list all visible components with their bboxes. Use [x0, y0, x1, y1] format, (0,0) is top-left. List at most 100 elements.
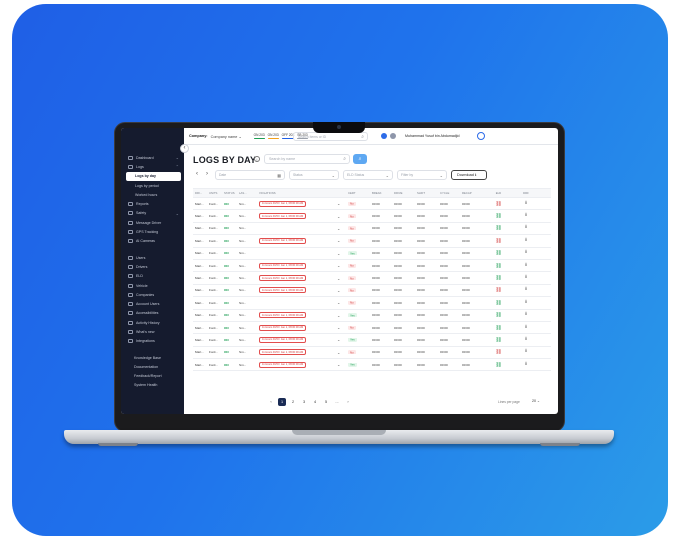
expand-button[interactable]: ⌄ — [337, 325, 348, 330]
page-button[interactable]: 3 — [300, 398, 308, 406]
sidebar-item-ai-cameras[interactable]: AI Cameras — [126, 237, 181, 246]
download-icon[interactable]: ⭳ — [511, 286, 541, 294]
download-icon[interactable]: ⭳ — [511, 361, 541, 369]
sidebar-item-system-health[interactable]: System Health — [126, 381, 181, 390]
page-button[interactable]: 2 — [289, 398, 297, 406]
eld-connected-icon[interactable]: ⛓ — [486, 325, 511, 331]
page-button[interactable]: 4 — [311, 398, 319, 406]
driver-cell[interactable]: Mart... — [193, 301, 209, 305]
download-icon[interactable]: ⭳ — [511, 336, 541, 344]
help-icon[interactable] — [381, 133, 387, 139]
company-select[interactable]: Company name ⌄ — [211, 134, 242, 139]
download-icon[interactable]: ⭳ — [511, 324, 541, 332]
download-button[interactable]: Download ⭳ — [451, 170, 487, 180]
table-row[interactable]: Mart... Ford... ON Sm... 11 Hours DVIO: Jan … — [193, 210, 551, 223]
eld-connected-icon[interactable]: ⛓ — [486, 362, 511, 368]
sidebar-item-feedback-report[interactable]: Feedback/Report — [126, 372, 181, 381]
eld-connected-icon[interactable]: ⛓ — [486, 225, 511, 231]
date-filter[interactable]: Date ▦ — [215, 170, 285, 180]
download-icon[interactable]: ⭳ — [511, 200, 541, 208]
driver-cell[interactable]: Mart... — [193, 251, 209, 255]
lines-per-page-select[interactable]: 20 ⌄ — [532, 399, 540, 403]
sidebar-item-account-users[interactable]: Account Users — [126, 299, 181, 308]
sidebar-item-integrations[interactable]: Integrations — [126, 337, 181, 346]
sidebar-item-logs[interactable]: Logs ⌃ — [126, 162, 181, 171]
driver-cell[interactable]: Mart... — [193, 288, 209, 292]
eld-disconnected-icon[interactable]: ⛓ — [486, 349, 511, 355]
sidebar-item-gps-tracking[interactable]: GPS Tracking — [126, 227, 181, 236]
driver-cell[interactable]: Mart... — [193, 363, 209, 367]
driver-cell[interactable]: Mart... — [193, 226, 209, 230]
download-icon[interactable]: ⭳ — [511, 274, 541, 282]
status-filter[interactable]: Status ⌄ — [289, 170, 339, 180]
sidebar-item-drivers[interactable]: Drivers — [126, 262, 181, 271]
table-row[interactable]: Mart... Ford... ON Sm... 11 Hours DVIO: Jan … — [193, 359, 551, 372]
global-search-input[interactable]: Search items or ID ⌕ — [293, 132, 368, 141]
page-button[interactable]: ... — [333, 398, 341, 406]
expand-button[interactable]: ⌄ — [337, 276, 348, 281]
sidebar-item-dashboard[interactable]: Dashboard ⌄ — [126, 153, 181, 162]
next-day-button[interactable]: › — [206, 171, 208, 177]
page-button[interactable]: 1 — [278, 398, 286, 406]
eld-connected-icon[interactable]: ⛓ — [486, 300, 511, 306]
download-icon[interactable]: ⭳ — [511, 249, 541, 257]
expand-button[interactable]: ⌄ — [337, 263, 348, 268]
eld-disconnected-icon[interactable]: ⛓ — [486, 201, 511, 207]
driver-cell[interactable]: Mart... — [193, 313, 209, 317]
sidebar-item-logs-by-day[interactable]: Logs by day — [126, 171, 181, 181]
sidebar-item-safety[interactable]: Safety ⌄ — [126, 209, 181, 218]
download-icon[interactable]: ⭳ — [511, 348, 541, 356]
download-icon[interactable]: ⭳ — [511, 212, 541, 220]
sidebar-item-companies[interactable]: Companies — [126, 290, 181, 299]
sidebar-item-worked-hours[interactable]: Worked hours — [126, 190, 181, 199]
table-row[interactable]: Mart... Ford... ON Sm... 11 Hours DVIO: Jan … — [193, 198, 551, 211]
prev-page-button[interactable]: ‹ — [267, 398, 275, 406]
expand-button[interactable]: ⌄ — [337, 337, 348, 342]
driver-cell[interactable]: Mart... — [193, 350, 209, 354]
expand-button[interactable]: ⌄ — [337, 238, 348, 243]
table-row[interactable]: Mart... Ford... ON Sm... 11 Hours DVIO: Jan … — [193, 235, 551, 248]
eld-connected-icon[interactable]: ⛓ — [486, 213, 511, 219]
driver-cell[interactable]: Mart... — [193, 276, 209, 280]
eld-disconnected-icon[interactable]: ⛓ — [486, 238, 511, 244]
table-row[interactable]: Mart... Ford... ON Sm... 11 Hours DVIO: Jan … — [193, 347, 551, 360]
table-row[interactable]: Mart... Ford... ON Sm... 11 Hours DVIO: Jan … — [193, 334, 551, 347]
expand-button[interactable]: ⌄ — [337, 226, 348, 231]
expand-button[interactable]: ⌄ — [337, 362, 348, 367]
table-row[interactable]: Mart... Ford... ON Sm... ⌄ No 00:00 00:00 00:00 0… — [193, 223, 551, 236]
driver-cell[interactable]: Mart... — [193, 202, 209, 206]
column-header[interactable]: DRI... — [193, 191, 209, 195]
eld-connected-icon[interactable]: ⛓ — [486, 250, 511, 256]
eld-connected-icon[interactable]: ⛓ — [486, 275, 511, 281]
table-row[interactable]: Mart... Ford... ON Sm... 11 Hours DVIO: Jan … — [193, 310, 551, 322]
download-icon[interactable]: ⭳ — [511, 311, 541, 319]
sidebar-item-message-driver[interactable]: Message Driver — [126, 218, 181, 227]
driver-cell[interactable]: Mart... — [193, 326, 209, 330]
expand-button[interactable]: ⌄ — [337, 251, 348, 256]
eld-connected-icon[interactable]: ⛓ — [486, 263, 511, 269]
settings-icon[interactable] — [390, 133, 396, 139]
next-page-button[interactable]: › — [344, 398, 352, 406]
driver-cell[interactable]: Mart... — [193, 239, 209, 243]
expand-button[interactable]: ⌄ — [337, 350, 348, 355]
expand-button[interactable]: ⌄ — [337, 214, 348, 219]
driver-cell[interactable]: Mart... — [193, 214, 209, 218]
user-name[interactable]: Muhammad Yusuf bin Abdumadjid — [405, 134, 459, 138]
eld-status-filter[interactable]: ELD Status ⌄ — [343, 170, 393, 180]
expand-button[interactable]: ⌄ — [337, 288, 348, 293]
search-by-name-input[interactable]: Search by name ⌕ — [264, 154, 350, 164]
download-icon[interactable]: ⭳ — [511, 262, 541, 270]
sidebar-item-reports[interactable]: Reports — [126, 199, 181, 208]
sidebar-item-vehicle[interactable]: Vehicle — [126, 281, 181, 290]
sidebar-collapse-button[interactable]: ‹ — [180, 144, 189, 153]
eld-disconnected-icon[interactable]: ⛓ — [486, 287, 511, 293]
sidebar-item-activity-history[interactable]: Activity History — [126, 318, 181, 327]
info-icon[interactable]: i — [254, 156, 260, 162]
eld-connected-icon[interactable]: ⛓ — [486, 312, 511, 318]
sidebar-item-eld[interactable]: ELD — [126, 272, 181, 281]
expand-button[interactable]: ⌄ — [337, 201, 348, 206]
sidebar-item-knowledge-base[interactable]: Knowledge Base — [126, 353, 181, 362]
eld-connected-icon[interactable]: ⛓ — [486, 337, 511, 343]
page-button[interactable]: 5 — [322, 398, 330, 406]
table-row[interactable]: Mart... Ford... ON Sm... ⌄ Yes 00:00 00:00 00:00… — [193, 248, 551, 260]
